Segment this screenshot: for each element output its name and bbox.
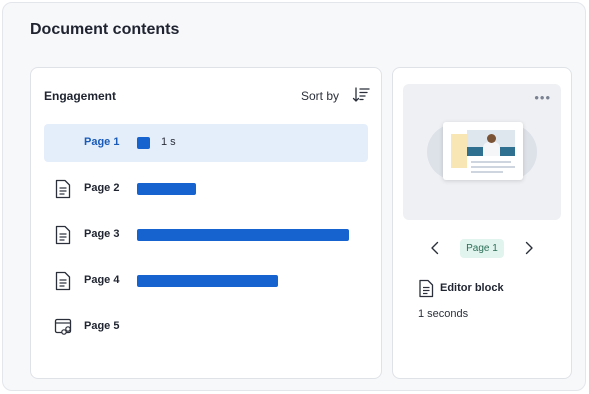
thumbnail-sidebar [451, 134, 467, 168]
sort-descending-icon[interactable] [352, 86, 370, 104]
engagement-bar [137, 137, 150, 149]
page-title: Document contents [30, 21, 180, 38]
chevron-left-icon[interactable] [429, 241, 441, 255]
page-label: Page 2 [84, 182, 120, 194]
page-label: Page 4 [84, 274, 120, 286]
document-icon [55, 179, 71, 199]
engagement-row-page-2[interactable]: Page 2 [44, 170, 368, 208]
engagement-row-page-5[interactable]: Page 5 [44, 308, 368, 346]
page-label: Page 5 [84, 320, 120, 332]
thumbnail-photo [467, 130, 515, 156]
engagement-row-page-3[interactable]: Page 3 [44, 216, 368, 254]
engagement-bar [137, 275, 278, 287]
page-label: Page 1 [84, 136, 120, 148]
engagement-title: Engagement [44, 89, 117, 103]
document-icon [419, 279, 434, 298]
document-contents-panel: Document contents Engagement Sort by Pag… [2, 2, 586, 391]
engagement-bar [137, 229, 349, 241]
block-type-label: Editor block [440, 282, 504, 294]
page-label: Page 3 [84, 228, 120, 240]
engagement-card: Engagement Sort by Page 1 1 s Page 2 Pag… [30, 67, 382, 379]
engagement-value-label: 1 s [161, 136, 176, 148]
more-options-icon[interactable]: ••• [534, 90, 551, 105]
embed-link-icon [54, 318, 72, 335]
block-duration: 1 seconds [418, 308, 469, 320]
engagement-bar [137, 183, 196, 195]
current-page-badge: Page 1 [460, 239, 504, 258]
page-preview-card: ••• Page 1 Editor block 1 seconds [392, 67, 572, 379]
engagement-row-page-1[interactable]: Page 1 1 s [44, 124, 368, 162]
chevron-right-icon[interactable] [523, 241, 535, 255]
document-icon [55, 225, 71, 245]
engagement-row-page-4[interactable]: Page 4 [44, 262, 368, 300]
thumbnail-text-line [471, 166, 515, 168]
sort-by-label[interactable]: Sort by [301, 89, 339, 103]
page-thumbnail[interactable]: ••• [403, 84, 561, 220]
document-icon [55, 271, 71, 291]
thumbnail-text-line [471, 161, 511, 163]
thumbnail-text-line [471, 171, 503, 173]
